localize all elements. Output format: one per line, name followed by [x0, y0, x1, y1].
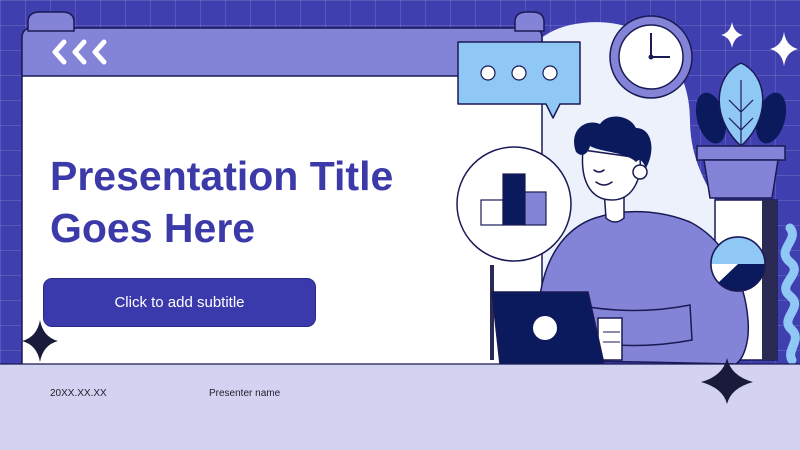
slide: Presentation Title Goes Here Click to ad… — [0, 0, 800, 450]
subtitle-button[interactable]: Click to add subtitle — [43, 278, 316, 327]
sparkle-icon — [770, 32, 798, 66]
plant-icon — [695, 62, 787, 199]
title-line-1: Presentation Title — [50, 153, 394, 199]
sparkle-icon — [721, 22, 743, 48]
date-text[interactable]: 20XX.XX.XX — [50, 388, 107, 399]
bar-chart-icon — [456, 146, 572, 262]
title-line-2: Goes Here — [50, 205, 256, 251]
subtitle-text: Click to add subtitle — [114, 294, 245, 311]
footer-band — [0, 364, 800, 450]
clock-icon — [609, 15, 693, 99]
presenter-name[interactable]: Presenter name — [209, 388, 280, 399]
page-title[interactable]: Presentation Title Goes Here — [50, 150, 470, 254]
pie-chart-icon — [710, 236, 766, 292]
squiggle-icon — [780, 223, 800, 365]
